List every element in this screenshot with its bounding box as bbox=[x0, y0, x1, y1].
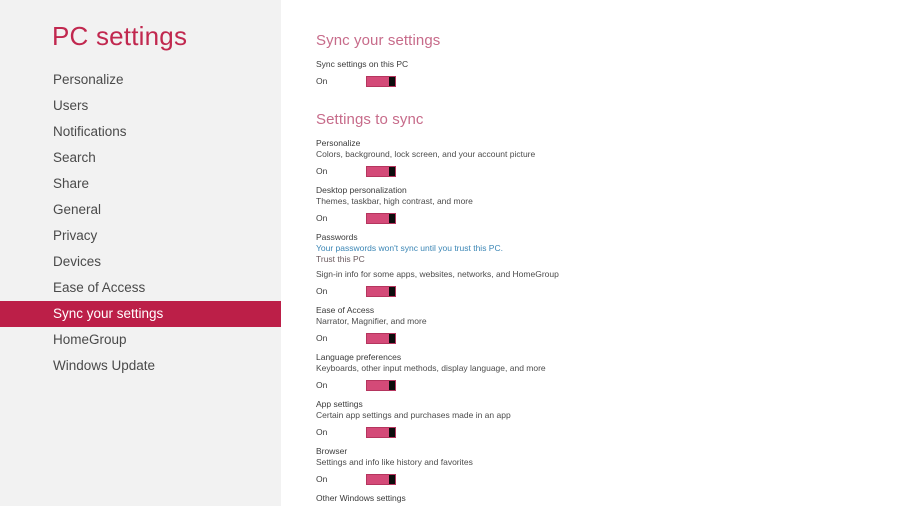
toggle-switch[interactable] bbox=[366, 76, 396, 87]
section-heading-settings-to-sync: Settings to sync bbox=[316, 111, 424, 128]
setting-title: Desktop personalization bbox=[316, 185, 407, 195]
setting-description: Keyboards, other input methods, display … bbox=[316, 363, 546, 373]
sidebar-item-label: Ease of Access bbox=[53, 279, 146, 295]
toggle-state-label: On bbox=[316, 380, 328, 390]
setting-description: Sign-in info for some apps, websites, ne… bbox=[316, 269, 559, 279]
toggle-state-label: On bbox=[316, 427, 328, 437]
sidebar-item-ease-of-access[interactable]: Ease of Access bbox=[0, 275, 281, 301]
sidebar-item-sync-your-settings[interactable]: Sync your settings bbox=[0, 300, 281, 327]
toggle-row: On bbox=[316, 165, 900, 178]
pc-settings-screen: PC settings Personalize Users Notificati… bbox=[0, 0, 900, 506]
setting-personalize: Personalize Colors, background, lock scr… bbox=[316, 138, 900, 178]
setting-title: App settings bbox=[316, 399, 363, 409]
toggle-state-label: On bbox=[316, 166, 328, 176]
sidebar-item-personalize[interactable]: Personalize bbox=[0, 67, 281, 93]
setting-description: Settings and info like history and favor… bbox=[316, 457, 473, 467]
sidebar-item-label: Windows Update bbox=[53, 357, 156, 373]
toggle-switch[interactable] bbox=[366, 427, 396, 438]
toggle-thumb bbox=[389, 381, 395, 390]
sidebar-item-label: Share bbox=[53, 175, 90, 191]
toggle-thumb bbox=[389, 334, 395, 343]
sidebar-item-share[interactable]: Share bbox=[0, 171, 281, 197]
setting-title: Sync settings on this PC bbox=[316, 59, 409, 69]
sidebar-item-label: Users bbox=[53, 97, 89, 113]
setting-title: Personalize bbox=[316, 138, 361, 148]
setting-description: Colors, background, lock screen, and you… bbox=[316, 149, 536, 159]
setting-title: Language preferences bbox=[316, 352, 402, 362]
setting-browser: Browser Settings and info like history a… bbox=[316, 446, 900, 486]
toggle-switch[interactable] bbox=[366, 333, 396, 344]
toggle-row: On bbox=[316, 212, 900, 225]
toggle-state-label: On bbox=[316, 76, 328, 86]
toggle-row: On bbox=[316, 426, 900, 439]
sidebar-item-notifications[interactable]: Notifications bbox=[0, 119, 281, 145]
toggle-switch[interactable] bbox=[366, 474, 396, 485]
toggle-row: On bbox=[316, 473, 900, 486]
sidebar-item-label: Search bbox=[53, 149, 96, 165]
toggle-switch[interactable] bbox=[366, 380, 396, 391]
setting-title: Ease of Access bbox=[316, 305, 375, 315]
toggle-row: On bbox=[316, 332, 900, 345]
setting-app-settings: App settings Certain app settings and pu… bbox=[316, 399, 900, 439]
sidebar-item-general[interactable]: General bbox=[0, 197, 281, 223]
trust-this-pc-link[interactable]: Trust this PC bbox=[316, 254, 900, 265]
setting-title: Passwords bbox=[316, 232, 358, 242]
sidebar-item-windows-update[interactable]: Windows Update bbox=[0, 353, 281, 379]
sidebar-item-homegroup[interactable]: HomeGroup bbox=[0, 327, 281, 353]
setting-language-preferences: Language preferences Keyboards, other in… bbox=[316, 352, 900, 392]
section-heading-sync-your-settings: Sync your settings bbox=[316, 32, 441, 49]
toggle-thumb bbox=[389, 77, 395, 86]
sidebar-item-search[interactable]: Search bbox=[0, 145, 281, 171]
passwords-trust-note: Your passwords won't sync until you trus… bbox=[316, 243, 503, 253]
sidebar-nav: Personalize Users Notifications Search S… bbox=[0, 67, 281, 379]
toggle-row: On bbox=[316, 285, 900, 298]
toggle-state-label: On bbox=[316, 286, 328, 296]
sidebar-item-users[interactable]: Users bbox=[0, 93, 281, 119]
toggle-state-label: On bbox=[316, 213, 328, 223]
sidebar-item-label: Personalize bbox=[53, 71, 124, 87]
sidebar-item-label: General bbox=[53, 201, 102, 217]
setting-ease-of-access: Ease of Access Narrator, Magnifier, and … bbox=[316, 305, 900, 345]
toggle-thumb bbox=[389, 428, 395, 437]
sidebar-item-label: Privacy bbox=[53, 227, 98, 243]
setting-passwords: Passwords Your passwords won't sync unti… bbox=[316, 232, 900, 298]
toggle-thumb bbox=[389, 214, 395, 223]
sidebar-item-label: Sync your settings bbox=[53, 305, 164, 321]
toggle-thumb bbox=[389, 167, 395, 176]
toggle-state-label: On bbox=[316, 474, 328, 484]
sidebar-item-label: Notifications bbox=[53, 123, 127, 139]
setting-title: Browser bbox=[316, 446, 348, 456]
sidebar-item-label: Devices bbox=[53, 253, 102, 269]
toggle-thumb bbox=[389, 475, 395, 484]
page-title: PC settings bbox=[52, 21, 188, 51]
sidebar-item-label: HomeGroup bbox=[53, 331, 127, 347]
sidebar: PC settings Personalize Users Notificati… bbox=[0, 0, 281, 506]
setting-title: Other Windows settings bbox=[316, 493, 406, 503]
setting-description: Themes, taskbar, high contrast, and more bbox=[316, 196, 473, 206]
sidebar-item-privacy[interactable]: Privacy bbox=[0, 223, 281, 249]
sidebar-item-devices[interactable]: Devices bbox=[0, 249, 281, 275]
toggle-row: On bbox=[316, 379, 900, 392]
toggle-switch[interactable] bbox=[366, 286, 396, 297]
toggle-row: On bbox=[316, 75, 900, 88]
setting-desktop-personalization: Desktop personalization Themes, taskbar,… bbox=[316, 185, 900, 225]
setting-description: Certain app settings and purchases made … bbox=[316, 410, 511, 420]
settings-content: Sync your settings Sync settings on this… bbox=[281, 0, 900, 506]
setting-sync-settings-on-this-pc: Sync settings on this PC On bbox=[316, 59, 900, 88]
toggle-switch[interactable] bbox=[366, 213, 396, 224]
setting-description: Narrator, Magnifier, and more bbox=[316, 316, 427, 326]
toggle-switch[interactable] bbox=[366, 166, 396, 177]
setting-other-windows-settings: Other Windows settings File Explorer, mo… bbox=[316, 493, 900, 506]
toggle-thumb bbox=[389, 287, 395, 296]
toggle-state-label: On bbox=[316, 333, 328, 343]
